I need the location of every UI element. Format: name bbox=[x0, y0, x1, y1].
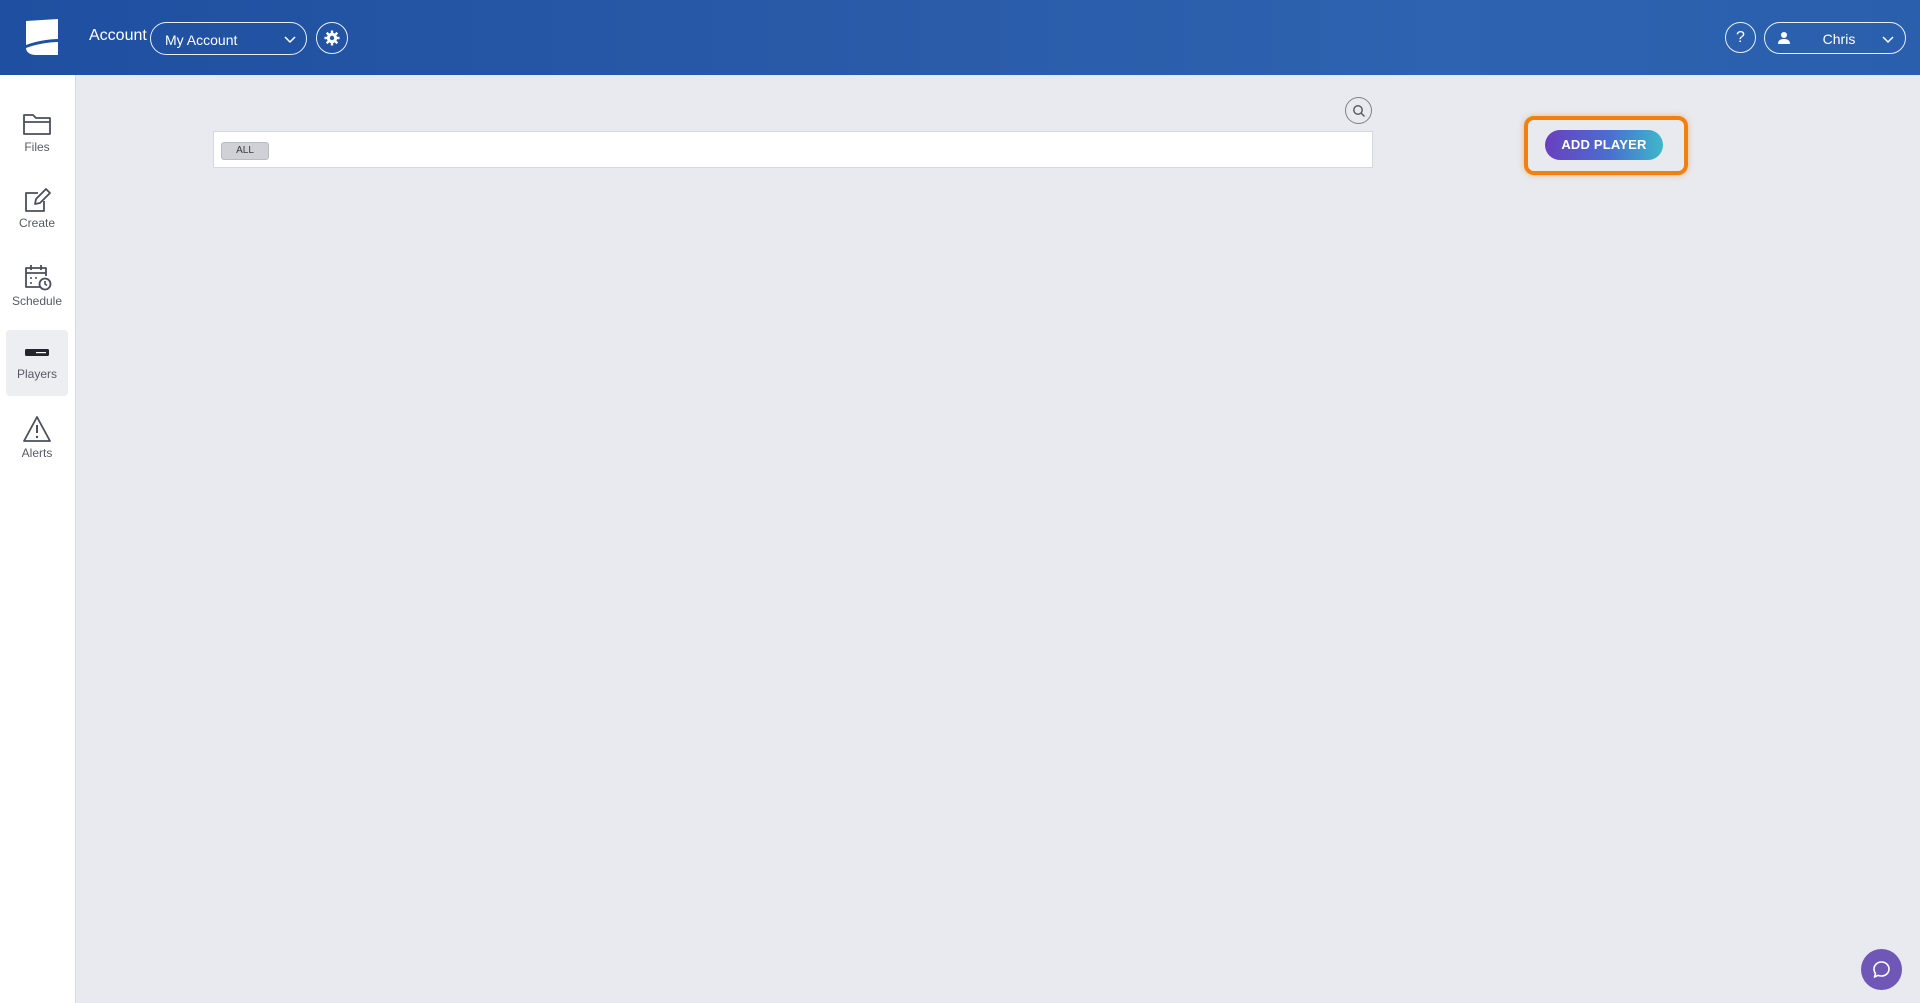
gear-icon bbox=[324, 30, 340, 46]
sidebar-item-alerts[interactable]: Alerts bbox=[6, 405, 68, 471]
sidebar-item-label: Files bbox=[24, 140, 50, 154]
sidebar-item-label: Alerts bbox=[21, 446, 53, 460]
edit-icon bbox=[25, 188, 51, 212]
folder-icon bbox=[23, 114, 51, 135]
user-menu-button[interactable]: Chris bbox=[1764, 22, 1906, 54]
app-logo-icon[interactable] bbox=[22, 17, 62, 57]
filter-bar[interactable]: ALL bbox=[213, 131, 1373, 168]
add-player-button[interactable]: ADD PLAYER bbox=[1545, 130, 1663, 160]
account-select-value: My Account bbox=[165, 32, 238, 48]
sidebar-item-label: Create bbox=[18, 216, 56, 230]
chevron-down-icon bbox=[1882, 36, 1894, 44]
account-select[interactable]: My Account bbox=[150, 22, 307, 55]
sidebar-item-label: Players bbox=[16, 367, 57, 381]
search-button[interactable] bbox=[1345, 97, 1372, 124]
chevron-down-icon bbox=[284, 36, 296, 44]
calendar-clock-icon bbox=[25, 265, 52, 291]
player-device-icon bbox=[25, 349, 49, 356]
warning-icon bbox=[23, 416, 51, 442]
chat-button[interactable] bbox=[1861, 949, 1902, 990]
sidebar-nav: Files Create Schedule Players Alerts bbox=[0, 75, 76, 1003]
sidebar-item-schedule[interactable]: Schedule bbox=[6, 253, 68, 319]
sidebar-item-label: Schedule bbox=[11, 294, 63, 308]
settings-button[interactable] bbox=[316, 22, 348, 54]
filter-chip-all[interactable]: ALL bbox=[221, 142, 269, 160]
help-button[interactable]: ? bbox=[1725, 22, 1756, 53]
sidebar-item-files[interactable]: Files bbox=[6, 101, 68, 167]
account-label: Account bbox=[89, 27, 147, 44]
top-header: Account My Account ? Chris bbox=[0, 0, 1920, 75]
sidebar-item-players[interactable]: Players bbox=[6, 330, 68, 396]
search-icon bbox=[1353, 105, 1366, 118]
chat-bubble-icon bbox=[1873, 961, 1890, 978]
sidebar-item-create[interactable]: Create bbox=[6, 177, 68, 243]
